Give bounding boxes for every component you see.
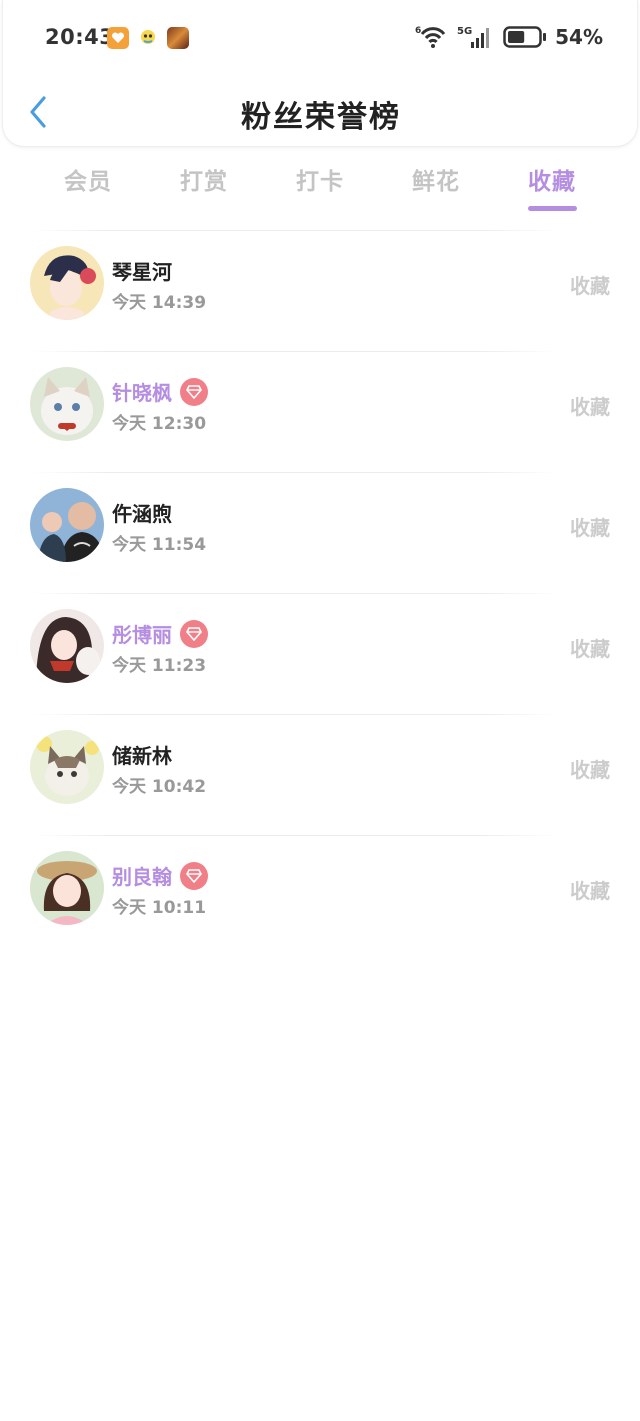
list-item[interactable]: 彤博丽 今天 11:23 收藏 xyxy=(0,593,640,714)
avatar[interactable] xyxy=(30,367,104,441)
vip-diamond-icon xyxy=(180,619,208,648)
action-label: 收藏 xyxy=(570,516,610,540)
tab-flowers[interactable]: 鲜花 xyxy=(378,162,494,196)
divider xyxy=(30,351,560,352)
divider xyxy=(30,835,560,836)
list-item[interactable]: 储新林 今天 10:42 收藏 xyxy=(0,714,640,835)
fan-time: 今天 10:42 xyxy=(112,777,207,797)
action-label: 收藏 xyxy=(570,637,610,661)
top-header: 20:43 6 5G 54% 粉丝荣誉榜 xyxy=(2,0,638,147)
signal-icon: 5G xyxy=(457,26,490,48)
fan-name: 别良翰 xyxy=(112,865,172,889)
svg-text:5G: 5G xyxy=(457,26,472,37)
status-time: 20:43 xyxy=(45,25,115,49)
list-item[interactable]: 琴星河 今天 14:39 收藏 xyxy=(0,230,640,351)
app-cartoon-icon xyxy=(137,27,159,49)
tab-favorites[interactable]: 收藏 xyxy=(494,162,610,196)
name-line: 彤博丽 xyxy=(112,619,208,648)
notification-icons xyxy=(107,27,189,49)
svg-text:6: 6 xyxy=(415,26,421,36)
app-orange-heart-icon xyxy=(107,27,129,49)
fan-name: 彤博丽 xyxy=(112,623,172,647)
fan-list: 琴星河 今天 14:39 收藏 针晓枫 今天 12:30 收藏 仵涵煦 今天 1… xyxy=(0,230,640,956)
divider xyxy=(30,593,560,594)
fan-name: 储新林 xyxy=(112,744,172,768)
avatar[interactable] xyxy=(30,730,104,804)
list-item[interactable]: 别良翰 今天 10:11 收藏 xyxy=(0,835,640,956)
action-label: 收藏 xyxy=(570,758,610,782)
divider xyxy=(30,472,560,473)
avatar[interactable] xyxy=(30,488,104,562)
fan-name: 针晓枫 xyxy=(112,381,172,405)
action-label: 收藏 xyxy=(570,395,610,419)
tab-checkin[interactable]: 打卡 xyxy=(262,162,378,196)
battery-icon xyxy=(503,26,547,48)
list-item[interactable]: 仵涵煦 今天 11:54 收藏 xyxy=(0,472,640,593)
name-line: 仵涵煦 xyxy=(112,498,172,527)
avatar[interactable] xyxy=(30,851,104,925)
wifi-icon: 6 xyxy=(415,26,446,48)
fan-time: 今天 11:54 xyxy=(112,535,207,555)
list-item[interactable]: 针晓枫 今天 12:30 收藏 xyxy=(0,351,640,472)
divider xyxy=(30,230,560,231)
fan-name: 琴星河 xyxy=(112,260,172,284)
page-title: 粉丝荣誉榜 xyxy=(241,100,401,135)
fan-time: 今天 10:11 xyxy=(112,898,207,918)
status-right: 6 5G 54% xyxy=(415,24,603,50)
fan-time: 今天 14:39 xyxy=(112,293,207,313)
tab-bar: 会员 打赏 打卡 鲜花 收藏 xyxy=(0,162,640,212)
battery-percent: 54% xyxy=(555,25,603,49)
name-line: 储新林 xyxy=(112,740,172,769)
active-tab-indicator xyxy=(528,206,577,211)
fan-time: 今天 12:30 xyxy=(112,414,207,434)
action-label: 收藏 xyxy=(570,274,610,298)
divider xyxy=(30,714,560,715)
fan-time: 今天 11:23 xyxy=(112,656,207,676)
tab-member[interactable]: 会员 xyxy=(30,162,146,196)
vip-diamond-icon xyxy=(180,861,208,890)
name-line: 琴星河 xyxy=(112,256,172,285)
name-line: 别良翰 xyxy=(112,861,208,890)
tab-reward[interactable]: 打赏 xyxy=(146,162,262,196)
action-label: 收藏 xyxy=(570,879,610,903)
app-game-icon xyxy=(167,27,189,49)
avatar[interactable] xyxy=(30,609,104,683)
name-line: 针晓枫 xyxy=(112,377,208,406)
avatar[interactable] xyxy=(30,246,104,320)
fan-name: 仵涵煦 xyxy=(112,502,172,526)
vip-diamond-icon xyxy=(180,377,208,406)
